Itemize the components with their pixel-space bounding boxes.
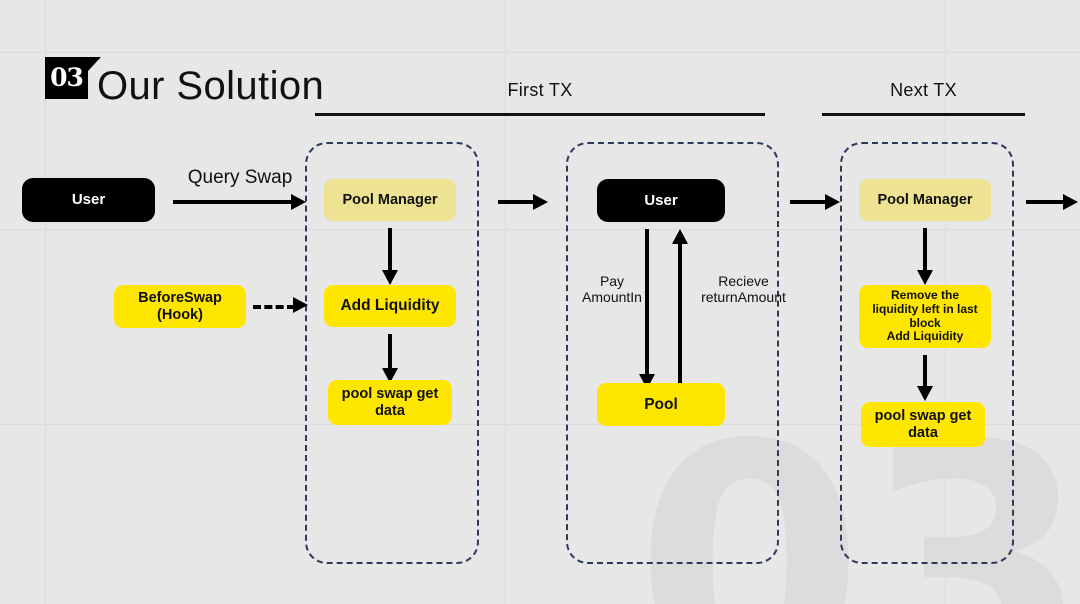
user-box-middle-label: User [644, 191, 678, 209]
arrow-pay-amountin [639, 229, 655, 389]
section-number-badge: 03 [45, 57, 88, 99]
remove-add-liquidity-box[interactable]: Remove the liquidity left in last block … [859, 285, 991, 348]
query-swap-label: Query Swap [187, 167, 293, 188]
next-tx-header: Next TX [822, 80, 1025, 116]
user-box-left[interactable]: User [22, 178, 155, 222]
pay-amountin-label: Pay AmountIn [582, 273, 642, 306]
first-tx-label: First TX [507, 80, 573, 100]
pool-box-middle[interactable]: Pool [597, 383, 725, 426]
pool-manager-box-first[interactable]: Pool Manager [324, 179, 456, 221]
arrow-addliq-to-poolswap [382, 334, 398, 383]
next-tx-rule [822, 113, 1025, 116]
arrow-remove-to-poolswap [917, 355, 933, 403]
first-tx-rule [315, 113, 765, 116]
arrow-next-continue [1026, 194, 1080, 210]
slide-canvas: 03 03 Our Solution First TX Next TX User… [0, 0, 1080, 604]
pool-swap-get-data-box-first[interactable]: pool swap get data [328, 380, 452, 425]
arrow-panel1-to-panel2 [498, 194, 548, 210]
query-swap-arrow [173, 194, 306, 210]
arrow-pm-to-remove [917, 228, 933, 285]
page-title: Our Solution [97, 64, 325, 108]
section-number-text: 03 [50, 62, 84, 92]
pool-manager-first-label: Pool Manager [342, 191, 438, 208]
first-tx-header: First TX [315, 80, 765, 116]
remove-add-liquidity-label: Remove the liquidity left in last block … [872, 287, 978, 344]
pool-swap-get-data-next-label: pool swap get data [874, 407, 972, 441]
beforeswap-hook-label: BeforeSwap (Hook) [138, 289, 222, 323]
next-tx-label: Next TX [890, 80, 957, 100]
grid-line-horizontal [0, 52, 1080, 53]
receive-returnamount-label: Recieve returnAmount [701, 273, 786, 306]
pool-swap-get-data-box-next[interactable]: pool swap get data [861, 402, 985, 447]
arrow-pm-to-addliq [382, 228, 398, 285]
pool-box-middle-label: Pool [644, 395, 678, 413]
add-liquidity-box[interactable]: Add Liquidity [324, 285, 456, 327]
add-liquidity-label: Add Liquidity [340, 297, 440, 315]
user-box-left-label: User [71, 191, 106, 209]
pool-swap-get-data-first-label: pool swap get data [341, 385, 439, 419]
user-box-middle[interactable]: User [597, 179, 725, 222]
pool-manager-box-next[interactable]: Pool Manager [859, 179, 991, 221]
beforeswap-hook-box[interactable]: BeforeSwap (Hook) [114, 285, 246, 328]
arrow-receive-returnamount [672, 229, 688, 389]
arrow-panel2-to-panel3 [790, 194, 840, 210]
hook-dashed-arrow [253, 297, 308, 313]
pool-manager-next-label: Pool Manager [877, 191, 973, 208]
